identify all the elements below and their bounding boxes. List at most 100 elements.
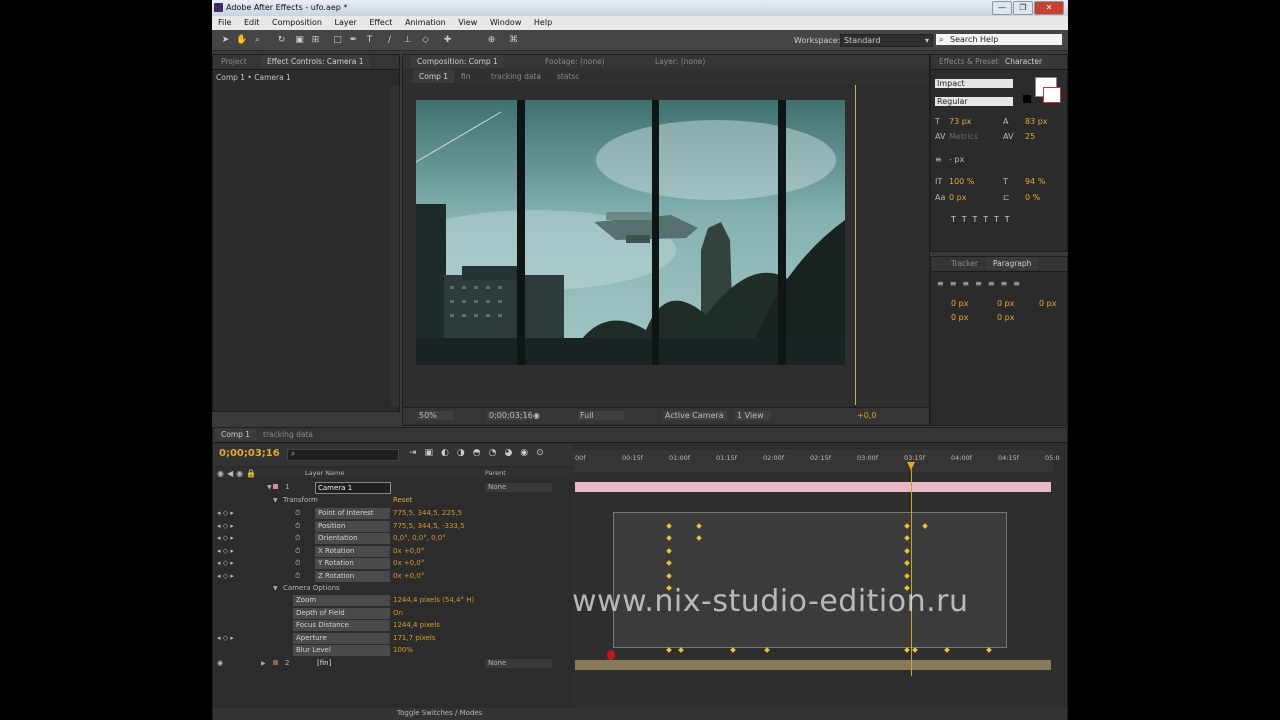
property-value[interactable]: 1244,4 pixels — [393, 621, 440, 629]
puppet-tool-icon[interactable]: ✚ — [442, 35, 453, 45]
subtab-statsc[interactable]: statsc — [551, 70, 585, 83]
layer-name-camera[interactable]: Camera 1 — [315, 482, 391, 494]
paragraph-align-buttons[interactable]: ≡≡≡≡≡≡≡ — [937, 279, 1026, 288]
indent-first-value[interactable]: 0 px — [1039, 299, 1056, 308]
axis-local-icon[interactable]: ⊕ — [486, 35, 497, 45]
keyframe-navigator-icon[interactable]: ◂ ◇ ▸ — [217, 534, 234, 542]
keyframe-marker[interactable] — [678, 647, 684, 653]
tab-tracking-data-timeline[interactable]: tracking data — [257, 428, 319, 441]
property-value[interactable]: 0x +0,0° — [393, 572, 424, 580]
label-color-swatch[interactable] — [273, 484, 278, 489]
black-swatch[interactable] — [1023, 95, 1031, 103]
expand-triangle-icon[interactable]: ▼ — [273, 585, 278, 592]
indent-left-value[interactable]: 0 px — [951, 299, 968, 308]
current-time-display[interactable]: 0;00;03;16 — [487, 411, 533, 420]
stopwatch-icon[interactable]: ⏱ — [295, 509, 300, 518]
stopwatch-icon[interactable]: ⏱ — [295, 572, 300, 581]
subtab-comp1[interactable]: Comp 1 — [413, 70, 455, 83]
stopwatch-icon[interactable]: ⏱ — [295, 559, 300, 568]
vertical-scale-value[interactable]: 100 % — [949, 177, 974, 186]
label-color-swatch[interactable] — [273, 660, 278, 665]
time-ruler[interactable]: 00f 00:15f 01:00f 01:15f 02:00f 02:15f 03:00f 0… — [573, 450, 1060, 472]
keyframe-navigator-icon[interactable]: ◂ ◇ ▸ — [217, 559, 234, 567]
camera-view-dropdown[interactable]: Active Camera — [663, 411, 727, 420]
rotate-tool-icon[interactable]: ↻ — [276, 35, 287, 45]
expand-triangle-icon[interactable]: ▼ — [267, 484, 272, 491]
transform-property-row[interactable]: ◂ ◇ ▸ ⏱ Position 775,5, 344,5, -333,5 — [213, 520, 568, 533]
exposure-value[interactable]: +0,0 — [857, 411, 876, 420]
stopwatch-icon[interactable]: ⏱ — [295, 534, 300, 543]
property-value[interactable]: 171,7 pixels — [393, 634, 435, 642]
keyframe-marker[interactable] — [904, 647, 910, 653]
menu-file[interactable]: File — [212, 16, 235, 27]
menu-window[interactable]: Window — [484, 16, 526, 27]
expand-triangle-icon[interactable]: ▼ — [273, 497, 278, 504]
search-help-input[interactable]: ⌕ Search Help — [936, 34, 1062, 45]
menu-edit[interactable]: Edit — [238, 16, 264, 27]
subtab-tracking-data[interactable]: tracking data — [485, 70, 547, 83]
clone-tool-icon[interactable]: ⊥ — [402, 35, 413, 45]
parent-dropdown-camera[interactable]: None — [485, 483, 552, 492]
tab-project[interactable]: Project — [215, 55, 253, 68]
minimize-button[interactable]: — — [992, 1, 1012, 15]
horizontal-scale-value[interactable]: 94 % — [1025, 177, 1045, 186]
visibility-eye-icon[interactable]: ◉ — [217, 659, 223, 667]
menu-effect[interactable]: Effect — [363, 16, 396, 27]
stroke-width-value[interactable]: - px — [949, 155, 964, 164]
mask-tool-icon[interactable]: □ — [332, 35, 343, 45]
collapsed-triangle-icon[interactable]: ▶ — [261, 660, 266, 667]
resolution-dropdown[interactable]: Full — [578, 411, 624, 420]
text-style-buttons[interactable]: TTTTTT — [951, 215, 1016, 224]
keyframe-marker[interactable] — [912, 647, 918, 653]
tab-effect-controls[interactable]: Effect Controls: Camera 1 — [261, 55, 370, 68]
font-size-value[interactable]: 73 px — [949, 117, 972, 126]
tab-comp1-timeline[interactable]: Comp 1 — [215, 428, 257, 441]
snapshot-icon[interactable]: ◉ — [533, 411, 540, 420]
baseline-shift-value[interactable]: 0 px — [949, 193, 966, 202]
camera-property-row[interactable]: ⏱Zoom1244,4 pixels (54,4° H) — [213, 595, 568, 607]
composition-viewer[interactable] — [416, 100, 845, 365]
menu-composition[interactable]: Composition — [266, 16, 326, 27]
keyframe-marker[interactable] — [764, 647, 770, 653]
space-before-value[interactable]: 0 px — [951, 313, 968, 322]
camera-property-row[interactable]: ⏱Depth of FieldOn — [213, 607, 568, 620]
playhead-icon[interactable] — [907, 462, 915, 470]
zoom-dropdown[interactable]: 50% — [417, 411, 453, 420]
stroke-color-swatch[interactable] — [1043, 87, 1061, 103]
property-value[interactable]: 0,0°, 0,0°, 0,0° — [393, 534, 446, 542]
subtab-fin[interactable]: fin — [455, 70, 476, 83]
camera-layer-bar[interactable] — [575, 482, 1051, 492]
project-scrollbar[interactable] — [391, 85, 399, 407]
keyframe-navigator-icon[interactable]: ◂ ◇ ▸ — [217, 547, 234, 555]
type-tool-icon[interactable]: T — [364, 35, 375, 45]
keyframe-marker[interactable] — [666, 647, 672, 653]
camera-tool-icon[interactable]: ▣ — [294, 35, 305, 45]
tab-character[interactable]: Character — [999, 55, 1049, 68]
current-time-indicator[interactable] — [911, 466, 912, 676]
brush-tool-icon[interactable]: ∕ — [384, 35, 395, 45]
transform-property-row[interactable]: ◂ ◇ ▸ ⏱ Z Rotation 0x +0,0° — [213, 570, 568, 583]
property-value[interactable]: 100% — [393, 646, 413, 654]
property-value[interactable]: 0x +0,0° — [393, 559, 424, 567]
timeline-search-input[interactable]: ⌕ — [287, 449, 399, 461]
stopwatch-icon[interactable]: ⏱ — [295, 522, 300, 531]
close-button[interactable]: ✕ — [1034, 1, 1064, 15]
property-value[interactable]: 775,5, 344,5, 225,5 — [393, 509, 462, 517]
menu-animation[interactable]: Animation — [399, 16, 450, 27]
selection-tool-icon[interactable]: ➤ — [220, 35, 231, 45]
property-value[interactable]: 1244,4 pixels (54,4° H) — [393, 596, 474, 604]
axis-world-icon[interactable]: ⌘ — [508, 35, 519, 45]
tab-paragraph[interactable]: Paragraph — [987, 257, 1038, 270]
workspace-dropdown[interactable]: Standard ▾ — [840, 34, 933, 47]
tab-layer[interactable]: Layer: (none) — [649, 55, 711, 68]
transform-property-row[interactable]: ◂ ◇ ▸ ⏱ Point of Interest 775,5, 344,5, 225… — [213, 508, 568, 520]
property-value[interactable]: 775,5, 344,5, -333,5 — [393, 522, 465, 530]
timeline-tracks[interactable]: 00f 00:15f 01:00f 01:15f 02:00f 02:15f 03:00f 0… — [573, 444, 1067, 720]
hand-tool-icon[interactable]: ✋ — [236, 35, 247, 45]
pen-tool-icon[interactable]: ✒ — [348, 35, 359, 45]
keyframe-marker[interactable] — [986, 647, 992, 653]
toggle-switches-modes[interactable]: Toggle Switches / Modes — [397, 709, 482, 717]
transform-property-row[interactable]: ◂ ◇ ▸ ⏱ Orientation 0,0°, 0,0°, 0,0° — [213, 533, 568, 545]
menu-help[interactable]: Help — [528, 16, 556, 27]
keyframe-navigator-icon[interactable]: ◂ ◇ ▸ — [217, 522, 234, 530]
